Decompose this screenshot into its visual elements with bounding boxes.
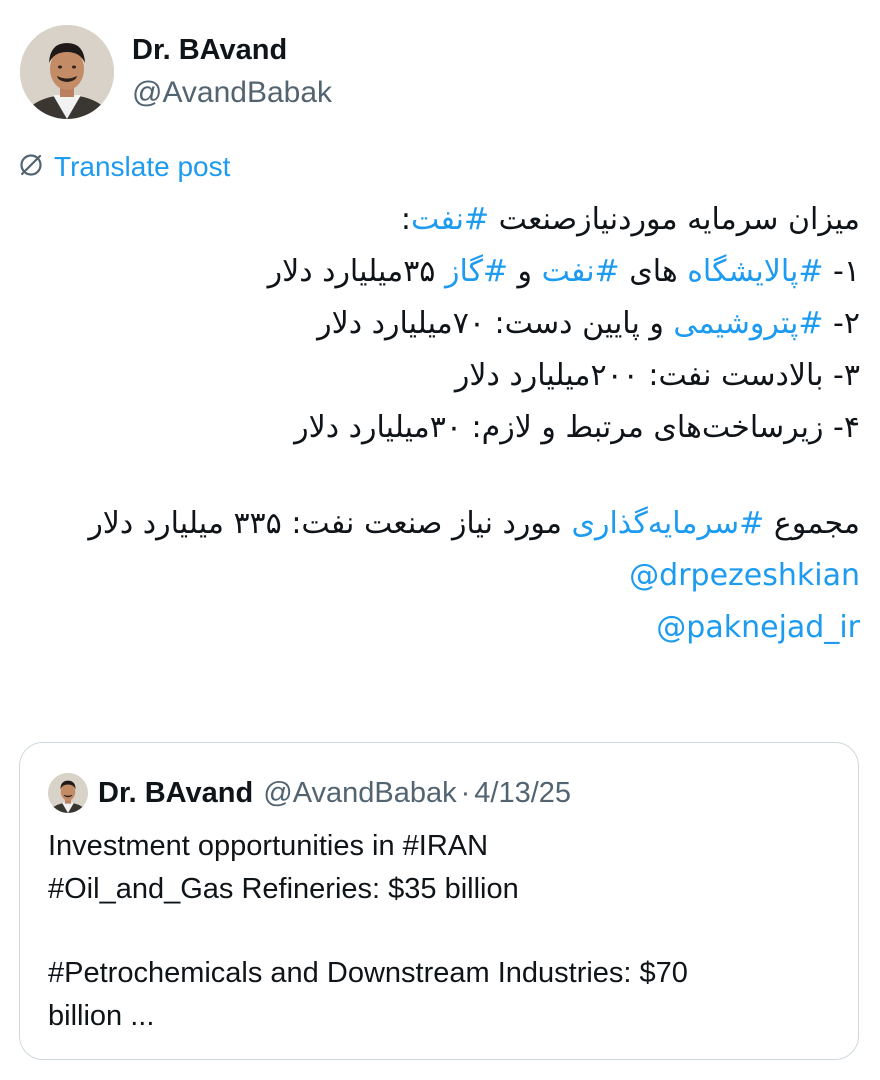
post-line-2: ۱- #پالایشگاه های #نفت و #گاز ۳۵میلیارد …	[267, 254, 860, 289]
translate-post-label: Translate post	[54, 151, 231, 182]
hashtag-link[interactable]: #سرمایه‌گذاری	[571, 506, 764, 541]
post-line-1: میزان سرمایه موردنیازصنعت #نفت:	[400, 202, 860, 237]
post-line-4: ۳- بالادست نفت: ۲۰۰میلیارد دلار	[454, 358, 860, 393]
hashtag-link[interactable]: #پالایشگاه	[687, 254, 823, 289]
post-total-line: مجموع #سرمایه‌گذاری مورد نیاز صنعت نفت: …	[88, 506, 860, 541]
mention-line: @drpezeshkian	[20, 550, 860, 602]
quoted-line: billion ...	[48, 1000, 155, 1032]
author-name[interactable]: Dr. BAvand	[132, 34, 287, 67]
quoted-post-card[interactable]: Dr. BAvand @AvandBabak · 4/13/25 Investm…	[19, 742, 859, 1060]
quoted-line: #Petrochemicals and Downstream Industrie…	[48, 957, 688, 989]
author-avatar[interactable]	[20, 25, 114, 119]
hashtag-link[interactable]: #نفت	[542, 254, 620, 289]
mention-line: @paknejad_ir	[20, 602, 860, 654]
post-line-5: ۴- زیرساخت‌های مرتبط و لازم: ۳۰میلیارد د…	[294, 410, 860, 445]
separator-dot: ·	[460, 776, 471, 809]
translate-post-button[interactable]: Translate post	[18, 150, 230, 184]
post-line-3: ۲- #پتروشیمی و پایین دست: ۷۰میلیارد دلار	[317, 306, 860, 341]
quoted-author-avatar[interactable]	[48, 773, 88, 813]
quoted-author-handle[interactable]: @AvandBabak	[263, 777, 456, 810]
hashtag-link[interactable]: #گاز	[445, 254, 508, 289]
mention-link[interactable]: @drpezeshkian	[629, 558, 860, 593]
avatar-image	[48, 773, 88, 813]
quoted-author-name[interactable]: Dr. BAvand	[98, 777, 253, 810]
post-text: میزان سرمایه موردنیازصنعت #نفت: ۱- #پالا…	[20, 194, 860, 654]
author-handle[interactable]: @AvandBabak	[132, 76, 332, 110]
mention-link[interactable]: @paknejad_ir	[656, 610, 860, 645]
quoted-line: Investment opportunities in #IRAN	[48, 830, 489, 862]
quoted-line: #Oil_and_Gas Refineries: $35 billion	[48, 873, 519, 905]
quoted-post-text: Investment opportunities in #IRAN #Oil_a…	[48, 825, 838, 1038]
quoted-post-header: Dr. BAvand @AvandBabak · 4/13/25	[98, 773, 571, 813]
translate-globe-icon	[18, 152, 44, 182]
hashtag-link[interactable]: #نفت	[411, 202, 489, 237]
avatar-image	[20, 25, 114, 119]
hashtag-link[interactable]: #پتروشیمی	[673, 306, 823, 341]
quoted-post-date[interactable]: 4/13/25	[474, 777, 571, 810]
